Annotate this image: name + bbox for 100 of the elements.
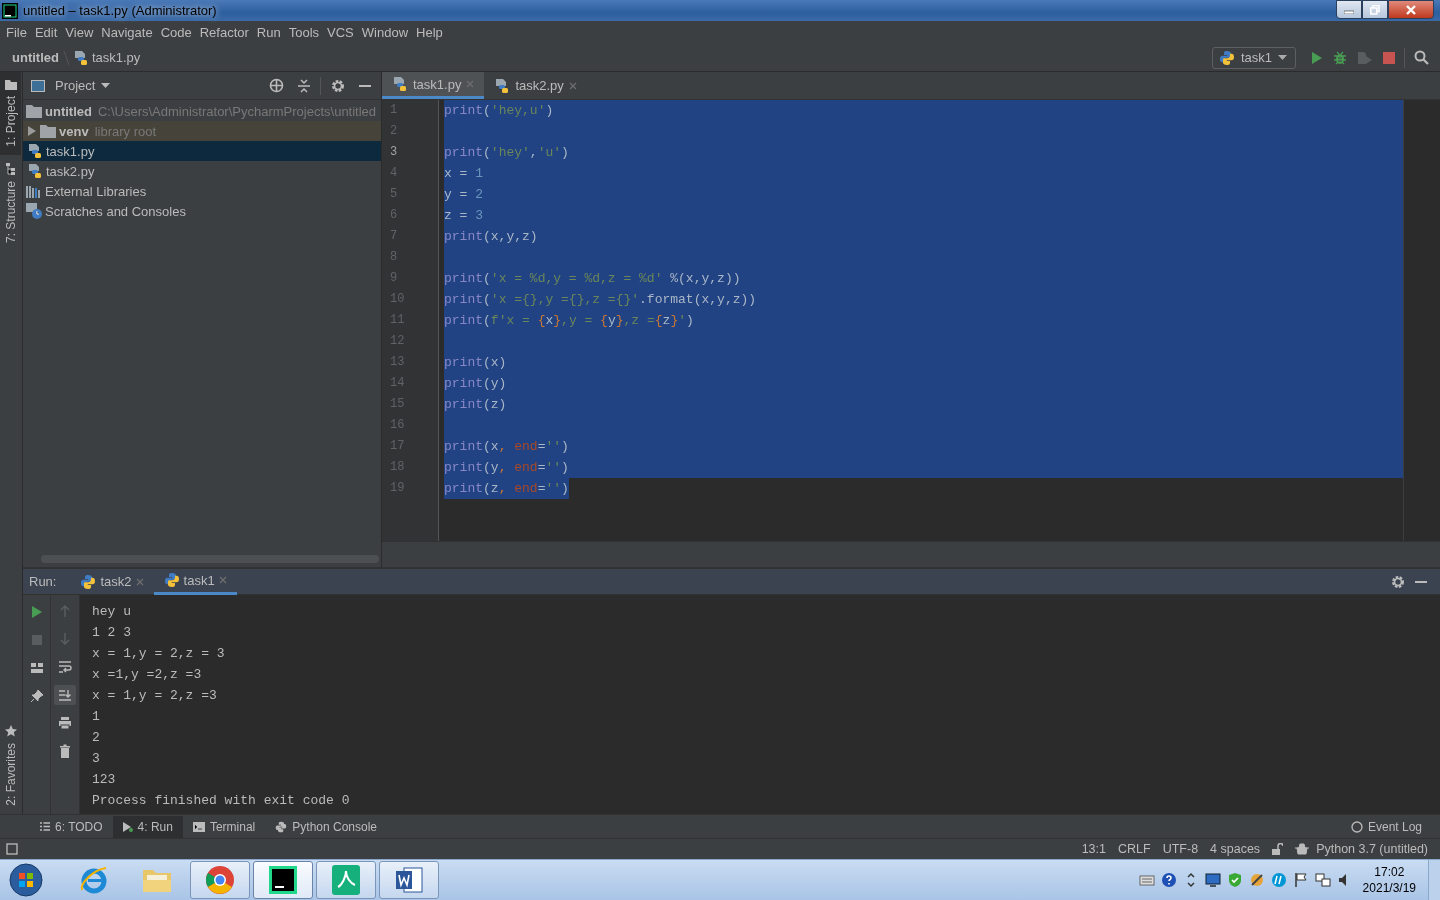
status-item[interactable]: 4 spaces bbox=[1210, 842, 1261, 856]
tree-item[interactable]: task2.py bbox=[23, 161, 381, 181]
menu-item[interactable]: View bbox=[65, 25, 99, 40]
restore-icon bbox=[1370, 4, 1380, 15]
breadcrumb-file[interactable]: task1.py bbox=[91, 50, 141, 65]
menu-item[interactable]: Code bbox=[160, 25, 197, 40]
editor-tab[interactable]: task2.py bbox=[484, 72, 587, 99]
tool-window-tab[interactable]: 2: Favorites bbox=[0, 717, 21, 814]
menu-item[interactable]: Refactor bbox=[199, 25, 254, 40]
close-button[interactable] bbox=[1388, 0, 1434, 19]
tool-window-tab[interactable]: 7: Structure bbox=[0, 154, 21, 251]
menu-item[interactable]: Window bbox=[361, 25, 414, 40]
python-logo-icon bbox=[275, 820, 288, 833]
line-number: 3 bbox=[389, 144, 399, 161]
clock-time[interactable]: 17:02 bbox=[1374, 864, 1405, 880]
tree-item[interactable]: untitled C:\Users\Administrator\PycharmProjects\untitled bbox=[23, 101, 381, 121]
trash-icon bbox=[58, 744, 72, 758]
event-log-tab[interactable]: Event Log bbox=[1340, 815, 1432, 838]
python-file-icon bbox=[494, 77, 511, 94]
help-icon[interactable] bbox=[1160, 872, 1177, 888]
editor-tab[interactable]: task1.py bbox=[382, 72, 485, 99]
code-line: y = 2 bbox=[444, 186, 484, 204]
hp-logo-icon[interactable] bbox=[1270, 872, 1287, 888]
run-tab[interactable]: task2 bbox=[70, 568, 154, 595]
taskbar-app-button[interactable] bbox=[379, 861, 439, 899]
console-output-line: x = 1,y = 2,z =3 bbox=[92, 687, 218, 705]
menu-item[interactable]: Help bbox=[416, 25, 448, 40]
menu-item[interactable]: File bbox=[6, 25, 32, 40]
windows-orb-icon bbox=[9, 863, 43, 897]
interpreter-status[interactable]: Python 3.7 (untitled) bbox=[1316, 842, 1428, 856]
stop-icon bbox=[1383, 51, 1395, 64]
code-line: print(f'x = {x},y = {y},z ={z}') bbox=[444, 312, 694, 330]
panel-icon bbox=[31, 79, 45, 92]
menu-item[interactable]: Tools bbox=[288, 25, 325, 40]
minimize-button[interactable] bbox=[1336, 0, 1362, 19]
scroll-to-end-button[interactable] bbox=[54, 685, 76, 705]
tree-item[interactable]: venv library root bbox=[23, 121, 381, 141]
flag-icon[interactable] bbox=[1292, 872, 1309, 888]
clock-date[interactable]: 2021/3/19 bbox=[1362, 880, 1416, 896]
python-logo-icon bbox=[163, 572, 180, 588]
console-output-line: hey u bbox=[92, 603, 132, 621]
menu-item[interactable]: VCS bbox=[327, 25, 359, 40]
status-item[interactable]: UTF-8 bbox=[1162, 842, 1199, 856]
shield-icon[interactable] bbox=[1226, 872, 1243, 888]
code-line: print(x) bbox=[444, 354, 507, 372]
tool-window-tab[interactable]: 6: TODO bbox=[30, 815, 113, 838]
console-output-line: 123 bbox=[92, 771, 117, 789]
library-icon bbox=[26, 184, 42, 198]
settings-icon bbox=[1391, 574, 1405, 589]
code-line: print('hey','u') bbox=[444, 144, 569, 162]
python-logo-icon bbox=[1218, 49, 1235, 66]
project-view-dropdown[interactable]: Project bbox=[51, 76, 115, 95]
close-icon bbox=[1405, 4, 1417, 15]
python-file-icon bbox=[72, 49, 89, 66]
code-line: x = 1 bbox=[444, 165, 484, 183]
monitor-icon[interactable] bbox=[1204, 872, 1221, 888]
minimize-icon bbox=[1415, 580, 1427, 583]
speech-bubble-icon bbox=[1350, 820, 1363, 833]
breadcrumb-project[interactable]: untitled bbox=[12, 50, 59, 65]
network-icon[interactable] bbox=[1314, 872, 1331, 888]
crosshair-icon bbox=[269, 78, 284, 93]
expand-arrow-icon[interactable] bbox=[27, 126, 37, 136]
code-line: print('x ={},y ={},z ={}'.format(x,y,z)) bbox=[444, 291, 757, 309]
list-icon bbox=[40, 822, 50, 831]
lock-icon[interactable] bbox=[1272, 843, 1284, 855]
caret-icon bbox=[1278, 55, 1287, 60]
tree-item[interactable]: External Libraries bbox=[23, 181, 381, 201]
status-item[interactable]: CRLF bbox=[1118, 842, 1151, 856]
tool-window-tab[interactable]: 1: Project bbox=[0, 72, 21, 155]
tool-window-tab[interactable]: 4: Run bbox=[112, 815, 183, 838]
tree-item[interactable]: Scratches and Consoles bbox=[23, 201, 381, 221]
menu-item[interactable]: Edit bbox=[34, 25, 63, 40]
folder-icon bbox=[40, 124, 56, 138]
layout-icon bbox=[29, 661, 44, 675]
tool-window-tab[interactable]: Python Console bbox=[265, 815, 388, 838]
tool-icon[interactable] bbox=[1248, 872, 1265, 888]
soft-wrap-icon bbox=[58, 660, 72, 674]
window-title: untitled – task1.py (Administrator) bbox=[23, 3, 218, 18]
run-config-dropdown[interactable]: task1 bbox=[1211, 46, 1296, 69]
terminal-icon bbox=[192, 821, 205, 832]
console-output-line: 1 2 3 bbox=[92, 624, 132, 642]
code-line: print(x,y,z) bbox=[444, 228, 538, 246]
coverage-icon bbox=[1357, 50, 1373, 65]
app-logo-icon bbox=[2, 2, 18, 19]
folder-icon bbox=[26, 104, 42, 118]
menu-item[interactable]: Navigate bbox=[101, 25, 158, 40]
python-logo-icon bbox=[80, 573, 97, 590]
square-icon[interactable] bbox=[6, 843, 18, 855]
status-item[interactable]: 13:1 bbox=[1081, 842, 1106, 856]
start-button[interactable] bbox=[6, 862, 46, 898]
menu-item[interactable]: Run bbox=[256, 25, 286, 40]
round-logo-icon bbox=[205, 865, 235, 895]
python-file-icon bbox=[27, 143, 43, 159]
tool-window-tab[interactable]: Terminal bbox=[182, 815, 266, 838]
taskbar-app-button[interactable] bbox=[253, 861, 313, 899]
caret-icon bbox=[101, 83, 111, 88]
code-line: print(z) bbox=[444, 396, 507, 414]
tree-item[interactable]: task1.py bbox=[23, 141, 381, 161]
restore-button[interactable] bbox=[1362, 0, 1388, 19]
search-icon bbox=[1414, 50, 1429, 65]
